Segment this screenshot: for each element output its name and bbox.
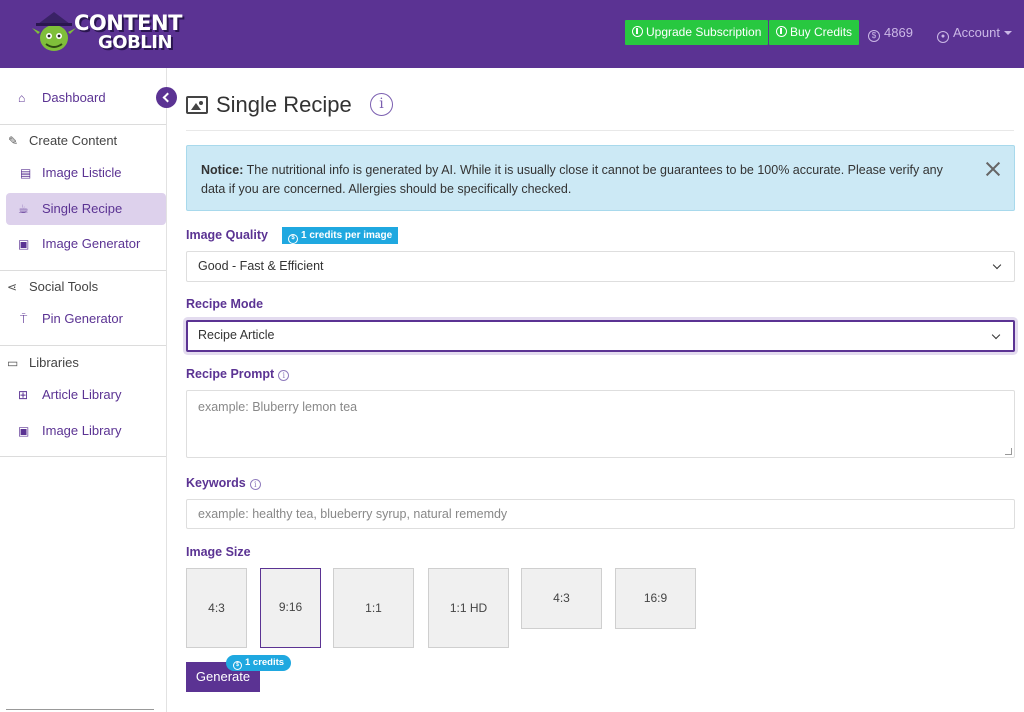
size-option-4-3-landscape[interactable]: 4:3 <box>521 568 602 629</box>
pin-icon: ⍑ <box>20 312 28 326</box>
edit-icon: ✎ <box>8 134 19 148</box>
sidebar-item-dashboard[interactable]: ⌂ Dashboard <box>6 82 166 114</box>
credits-per-image-badge: $1 credits per image <box>282 227 399 244</box>
size-option-1-1[interactable]: 1:1 <box>333 568 414 648</box>
caret-down-icon <box>1003 31 1012 35</box>
notice-text: The nutritional info is generated by AI.… <box>201 163 943 196</box>
chevron-down-icon <box>992 260 1002 270</box>
sidebar-item-image-generator[interactable]: ▣ Image Generator <box>6 228 166 260</box>
goblin-mascot-icon <box>32 12 76 51</box>
sidebar-section-libraries: ▭ Libraries <box>0 351 160 375</box>
resize-handle-icon[interactable] <box>1005 448 1012 455</box>
sidebar-item-pin-generator[interactable]: ⍑ Pin Generator <box>6 303 166 335</box>
sidebar-divider <box>0 345 166 346</box>
coin-icon: $ <box>868 30 880 42</box>
size-option-4-3[interactable]: 4:3 <box>186 568 247 648</box>
size-option-1-1-hd[interactable]: 1:1 HD <box>428 568 509 648</box>
info-icon[interactable]: i <box>278 370 290 381</box>
sidebar-item-image-library[interactable]: ▣ Image Library <box>6 415 166 447</box>
user-circle-icon: ● <box>937 31 949 43</box>
notice-alert: Notice: The nutritional info is generate… <box>186 145 1015 211</box>
sidebar-divider <box>0 456 166 457</box>
info-icon[interactable]: i <box>370 93 393 116</box>
book-icon: ⊞ <box>18 388 29 402</box>
sidebar-divider <box>0 270 166 271</box>
close-icon[interactable] <box>986 162 1000 176</box>
image-icon <box>186 96 208 114</box>
image-quality-label: Image Quality <box>186 228 268 242</box>
image-icon: ▣ <box>18 237 30 251</box>
info-icon[interactable]: i <box>249 479 261 490</box>
file-text-icon: ▤ <box>20 166 32 180</box>
image-size-label: Image Size <box>186 545 251 559</box>
upgrade-subscription-button[interactable]: Upgrade Subscription <box>625 20 769 45</box>
cup-icon: ☕ <box>18 202 29 216</box>
share-icon: ⋖ <box>7 280 18 294</box>
plus-circle-icon <box>776 26 787 37</box>
size-option-9-16[interactable]: 9:16 <box>260 568 321 648</box>
keywords-input[interactable]: example: healthy tea, blueberry syrup, n… <box>186 499 1015 529</box>
images-icon: ▣ <box>18 424 30 438</box>
coin-icon: $ <box>233 661 242 670</box>
image-quality-select[interactable]: Good - Fast & Efficient <box>186 251 1015 282</box>
buy-credits-button[interactable]: Buy Credits <box>769 20 860 45</box>
home-icon: ⌂ <box>18 91 26 105</box>
account-menu[interactable]: ● Account <box>937 25 1012 43</box>
size-option-16-9[interactable]: 16:9 <box>615 568 696 629</box>
recipe-prompt-label: Recipe Prompt i <box>186 367 290 381</box>
folder-icon: ▭ <box>7 356 19 370</box>
arrow-up-circle-icon <box>632 26 643 37</box>
credits-balance: $4869 <box>868 25 913 42</box>
chevron-down-icon <box>991 330 1001 340</box>
sidebar-section-create-content: ✎ Create Content <box>0 129 160 153</box>
page-title: Single Recipe <box>216 92 352 117</box>
sidebar-item-single-recipe[interactable]: ☕ Single Recipe <box>6 193 166 225</box>
logo-wordmark: CONTENT GOBLIN <box>74 11 182 53</box>
sidebar-divider <box>0 124 166 125</box>
sidebar: ⌂ Dashboard ✎ Create Content ▤ Image Lis… <box>0 68 167 712</box>
top-header: CONTENT GOBLIN Upgrade Subscription Buy … <box>0 0 1024 68</box>
collapse-sidebar-button[interactable] <box>156 87 177 108</box>
generate-credits-badge: $1 credits <box>226 655 292 671</box>
recipe-mode-select[interactable]: Recipe Article <box>186 320 1015 352</box>
title-divider <box>186 130 1014 131</box>
content-goblin-logo[interactable]: CONTENT GOBLIN <box>30 10 182 58</box>
recipe-prompt-textarea[interactable]: example: Bluberry lemon tea <box>186 390 1015 458</box>
recipe-mode-label: Recipe Mode <box>186 297 264 311</box>
coin-icon: $ <box>288 234 298 244</box>
notice-label: Notice: <box>201 163 244 177</box>
sidebar-item-article-library[interactable]: ⊞ Article Library <box>6 379 166 411</box>
sidebar-section-social-tools: ⋖ Social Tools <box>0 275 160 299</box>
sidebar-item-image-listicle[interactable]: ▤ Image Listicle <box>6 157 166 189</box>
keywords-label: Keywords i <box>186 476 261 490</box>
